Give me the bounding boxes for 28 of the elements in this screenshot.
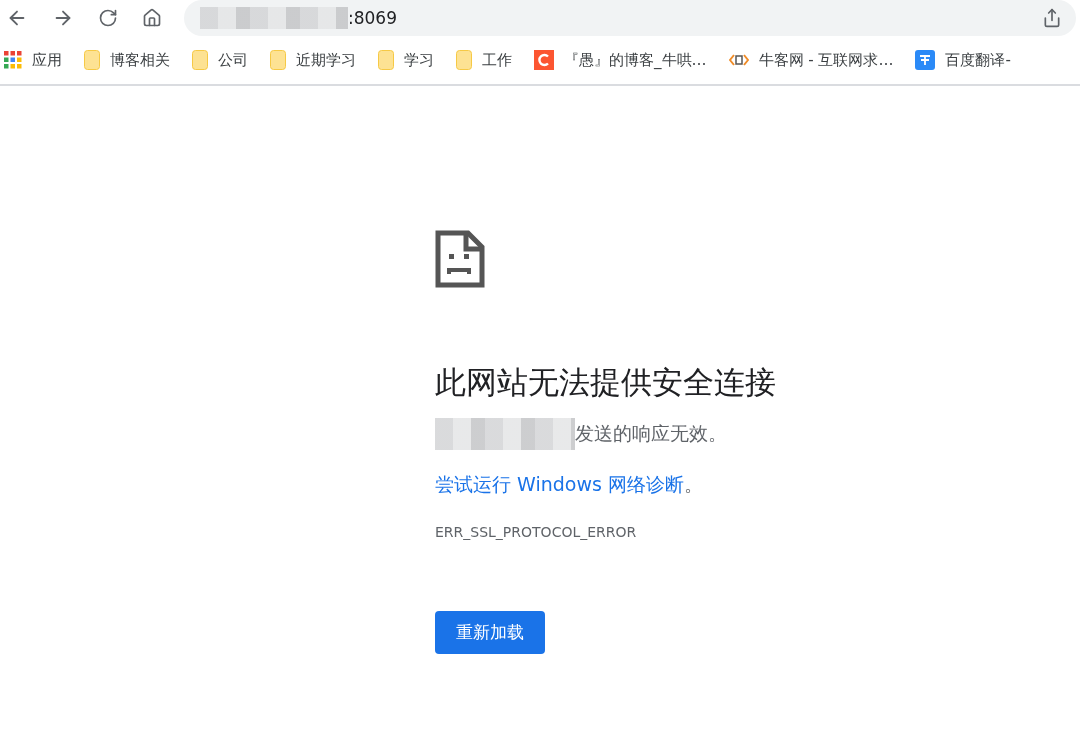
bookmark-item[interactable]: 应用 — [4, 50, 62, 70]
bookmark-item[interactable]: 工作 — [456, 50, 512, 70]
share-icon[interactable] — [1042, 8, 1062, 28]
code-bracket-icon — [728, 52, 749, 68]
sad-page-icon — [435, 230, 485, 288]
bookmark-item[interactable]: 学习 — [378, 50, 434, 70]
bookmark-item[interactable]: 百度翻译- — [915, 50, 1011, 70]
apps-grid-icon — [4, 51, 22, 69]
folder-icon — [378, 50, 394, 70]
period-text: 。 — [683, 472, 703, 497]
url-text: :8069 — [348, 8, 397, 28]
error-message: 发送的响应无效。 — [575, 421, 727, 446]
address-bar[interactable]: :8069 — [184, 0, 1076, 36]
bookmark-item[interactable]: 公司 — [192, 50, 248, 70]
folder-icon — [192, 50, 208, 70]
bookmark-item[interactable]: 『愚』的博客_牛哄… — [534, 50, 707, 70]
folder-icon — [270, 50, 286, 70]
translate-icon — [915, 50, 936, 70]
bookmark-item[interactable]: 牛客网 - 互联网求… — [728, 50, 894, 70]
bookmark-item[interactable]: 近期学习 — [270, 50, 356, 70]
c-logo-icon — [534, 50, 554, 70]
error-code: ERR_SSL_PROTOCOL_ERROR — [435, 524, 637, 540]
folder-icon — [456, 50, 472, 70]
reload-page-button[interactable]: 重新加载 — [435, 611, 545, 654]
bookmark-item[interactable]: 博客相关 — [84, 50, 170, 70]
folder-icon — [84, 50, 100, 70]
error-title: 此网站无法提供安全连接 — [435, 363, 776, 402]
diagnostics-link[interactable]: 尝试运行 Windows 网络诊断 — [435, 472, 684, 498]
